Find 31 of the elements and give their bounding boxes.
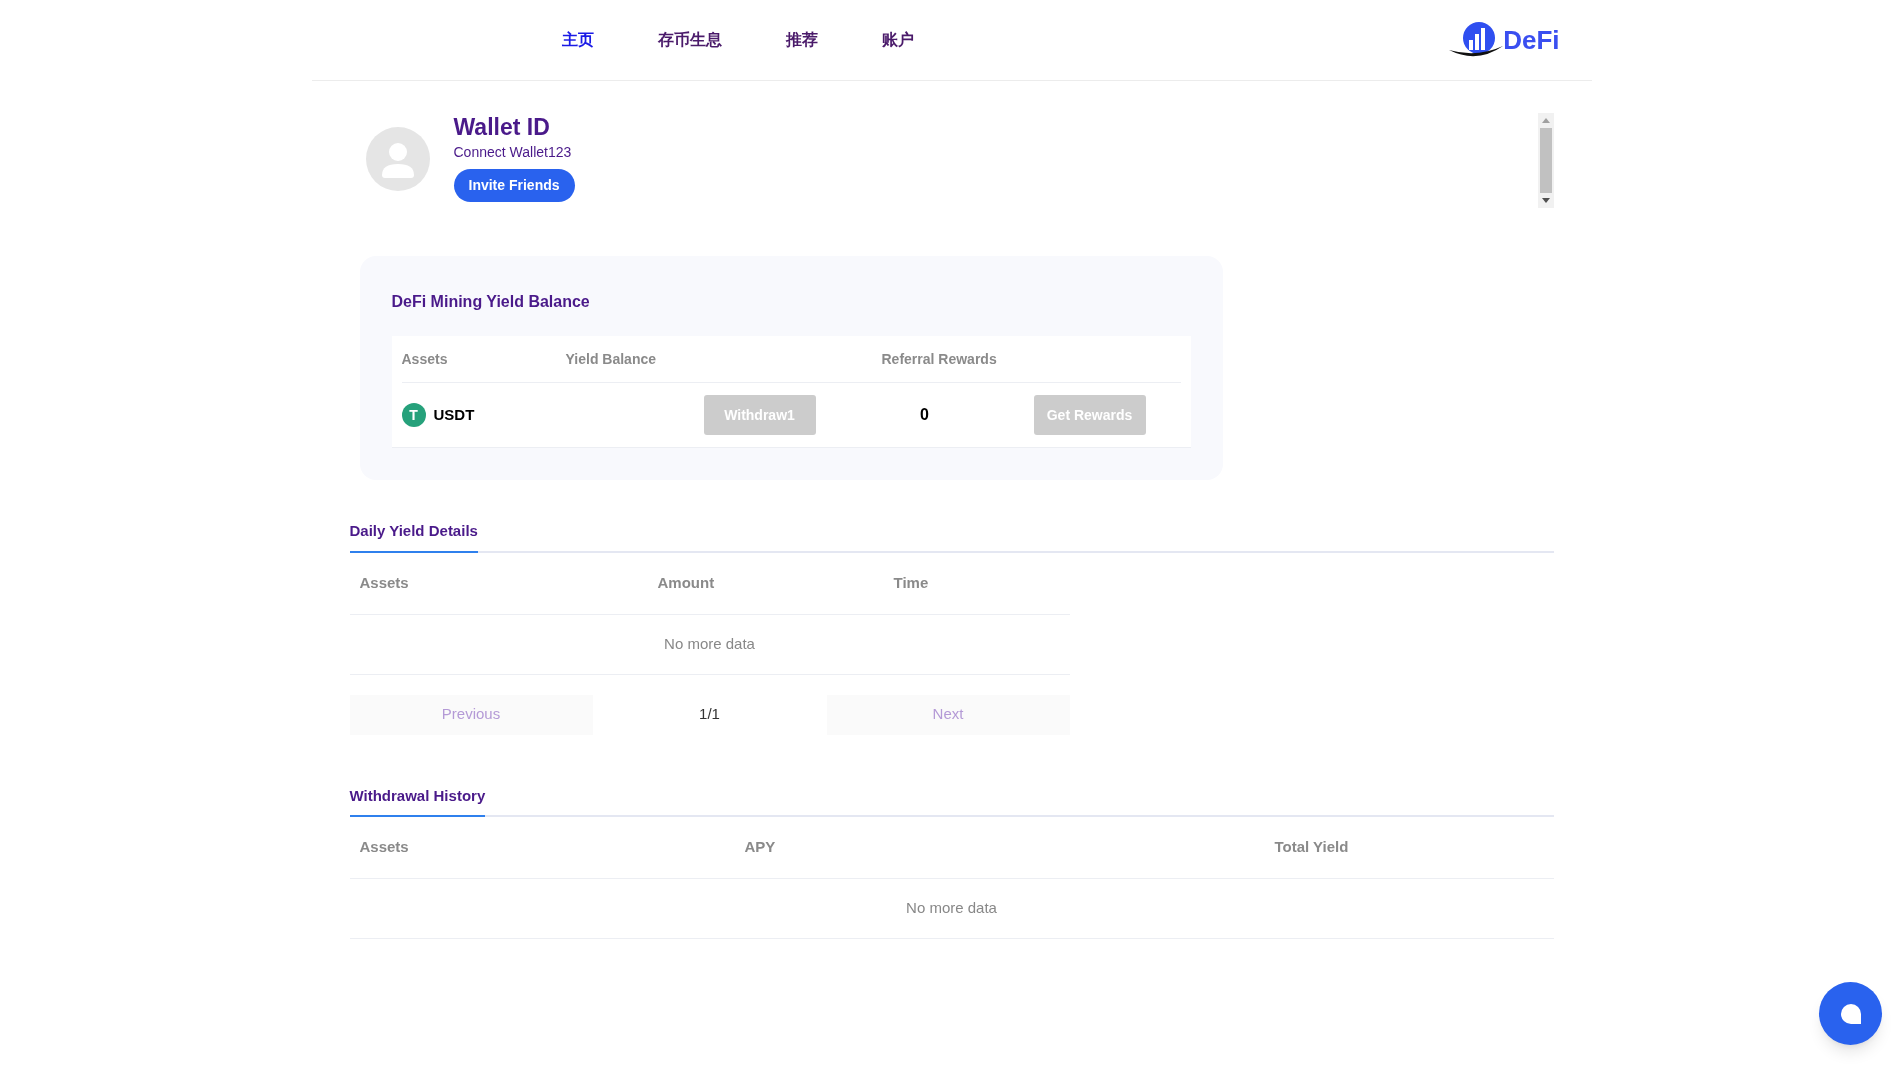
column-header: Time bbox=[893, 572, 929, 593]
column-header: Referral Rewards bbox=[881, 349, 997, 369]
card-title: DeFi Mining Yield Balance bbox=[391, 292, 591, 312]
asset-name: USDT bbox=[433, 404, 476, 425]
scrollbar[interactable] bbox=[1537, 113, 1554, 208]
column-header: Assets bbox=[401, 349, 449, 369]
scroll-down-icon[interactable] bbox=[1541, 198, 1550, 203]
nav-link[interactable]: 账户 bbox=[881, 28, 914, 52]
column-header: Assets bbox=[359, 572, 410, 593]
rewards-value: 0 bbox=[919, 405, 930, 425]
column-header: APY bbox=[744, 837, 777, 858]
chat-button[interactable] bbox=[1819, 982, 1882, 1045]
nav-link[interactable]: 推荐 bbox=[785, 28, 818, 52]
token-icon: T bbox=[401, 403, 426, 427]
logo-text: DeFi bbox=[1503, 23, 1560, 57]
section-tab[interactable]: Withdrawal History bbox=[349, 784, 486, 817]
nav-link[interactable]: 存币生息 bbox=[657, 28, 722, 52]
column-header: Yield Balance bbox=[565, 349, 658, 369]
empty-message: No more data bbox=[664, 633, 755, 654]
wallet-address: Connect Wallet123 bbox=[453, 142, 572, 162]
nav-link[interactable]: 主页 bbox=[561, 28, 594, 52]
section-tab[interactable]: Daily Yield Details bbox=[349, 520, 478, 553]
column-header: Assets bbox=[359, 837, 410, 858]
avatar-icon bbox=[365, 127, 430, 191]
column-header: Total Yield bbox=[1274, 837, 1349, 858]
invite-friends-button[interactable]: Invite Friends bbox=[453, 168, 575, 202]
chat-icon bbox=[1839, 1002, 1862, 1025]
page-indicator: 1/1 bbox=[698, 704, 721, 725]
wallet-title: Wallet ID bbox=[453, 113, 550, 142]
empty-message: No more data bbox=[906, 898, 997, 919]
column-header: Amount bbox=[657, 572, 716, 593]
